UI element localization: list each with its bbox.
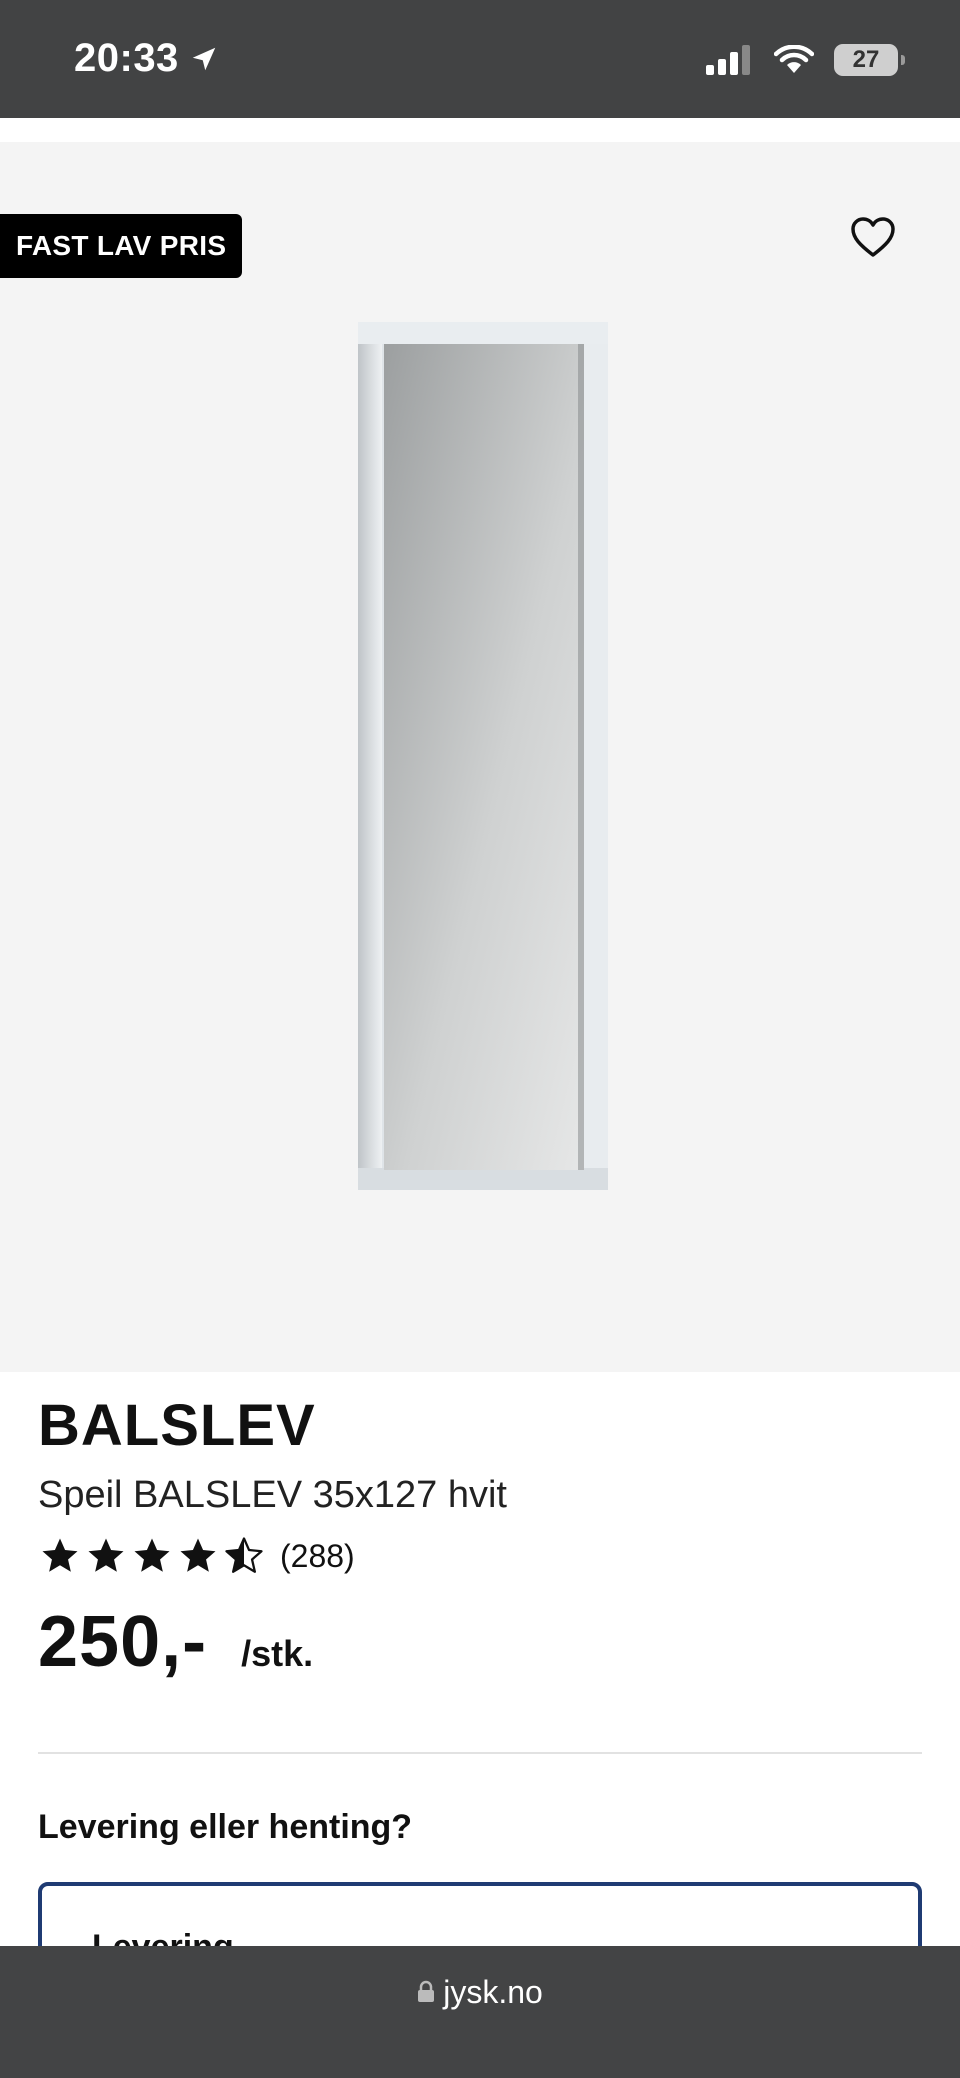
price: 250,- [38, 1602, 208, 1682]
heart-icon [851, 217, 895, 257]
battery-icon: 27 [834, 44, 905, 76]
top-spacer [0, 118, 960, 142]
rating-count[interactable]: (288) [280, 1538, 355, 1575]
url-text: jysk.no [443, 1973, 543, 2010]
star-full-icon [180, 1538, 216, 1572]
delivery-heading: Levering eller henting? [38, 1808, 413, 1846]
star-half-icon [225, 1537, 263, 1573]
wifi-icon [774, 45, 814, 73]
url-display[interactable]: jysk.no [417, 1972, 543, 2012]
time-text: 20:33 [74, 36, 179, 80]
product-image-gallery[interactable]: FAST LAV PRIS [0, 142, 960, 1372]
product-image [358, 322, 608, 1190]
star-full-icon [134, 1538, 170, 1572]
status-icons: 27 [706, 44, 905, 76]
star-full-icon [88, 1538, 124, 1572]
star-full-icon [42, 1538, 78, 1572]
location-arrow-icon [192, 47, 216, 70]
browser-address-bar[interactable]: jysk.no [0, 1946, 960, 2078]
signal-icon [706, 45, 750, 75]
product-title: Speil BALSLEV 35x127 hvit [38, 1474, 507, 1516]
status-bar: 20:33 27 [0, 0, 960, 118]
price-row: 250,- /stk. [38, 1601, 922, 1683]
battery-level: 27 [852, 46, 880, 73]
product-brand: BALSLEV [38, 1393, 316, 1458]
star-rating [38, 1535, 266, 1577]
status-time: 20:33 [74, 36, 219, 81]
price-unit: /stk. [241, 1633, 314, 1674]
rating[interactable]: (288) [38, 1535, 922, 1577]
favorite-button[interactable] [848, 212, 898, 262]
lock-icon [418, 1980, 435, 2002]
price-badge: FAST LAV PRIS [0, 214, 243, 278]
product-info: BALSLEV Speil BALSLEV 35x127 hvit (288) … [38, 1392, 922, 1683]
divider [38, 1752, 922, 1754]
